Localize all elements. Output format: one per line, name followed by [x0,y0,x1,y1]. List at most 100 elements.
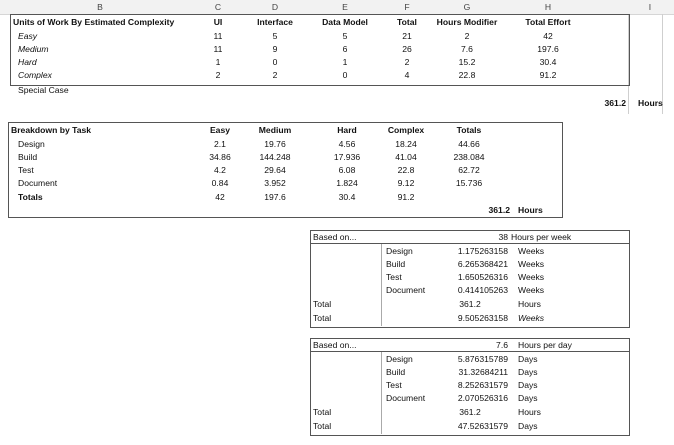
breakdown-title: Breakdown by Task [11,125,92,135]
complexity-row-label: Hard [18,57,37,67]
weekly-hours-value[interactable]: 38 [470,232,508,243]
column-header-f[interactable]: F [387,1,427,13]
complexity-cell: 2 [464,31,470,41]
weekly-row-unit: Weeks [518,272,545,282]
breakdown-totals-cell: 42 [215,192,225,202]
column-header-i[interactable]: I [640,1,660,13]
breakdown-cell: 15.736 [455,178,483,188]
complexity-cell: 1 [342,57,348,67]
complexity-cell: 2 [404,57,410,67]
breakdown-header-easy: Easy [209,125,231,135]
column-header-e[interactable]: E [320,1,370,13]
weekly-total-weeks-label: Total [313,313,332,323]
complexity-cell: 7.6 [461,44,473,54]
breakdown-row-label: Design [18,139,45,149]
weekly-total-hours-value: 361.2 [459,299,481,309]
complexity-header-total: Total [397,17,417,27]
breakdown-cell: 29.64 [264,165,286,175]
breakdown-cell: 3.952 [264,178,286,188]
daily-header-divider [310,351,629,352]
daily-row-value: 5.876315789 [457,354,508,364]
complexity-cell: 30.4 [539,57,557,67]
weekly-header-divider [310,243,629,244]
complexity-header-interface: Interface [257,17,293,27]
weekly-row-unit: Weeks [518,259,545,269]
column-header-d[interactable]: D [250,1,300,13]
weekly-row-label: Document [386,285,426,295]
breakdown-cell: 4.56 [338,139,356,149]
complexity-cell: 15.2 [458,57,476,67]
complexity-cell: 2 [215,70,221,80]
daily-hours-unit: Hours per day [518,340,572,350]
breakdown-cell: 34.86 [209,152,231,162]
breakdown-cell: 41.04 [395,152,417,162]
weekly-row-label: Design [386,246,413,256]
weekly-hours-unit: Hours per week [511,232,572,242]
complexity-row-label: Medium [18,44,49,54]
complexity-cell: 5 [342,31,348,41]
complexity-cell: 22.8 [458,70,476,80]
breakdown-row-label: Test [18,165,34,175]
complexity-cell: 9 [272,44,278,54]
daily-hours-value[interactable]: 7.6 [470,340,508,351]
breakdown-cell: 4.2 [214,165,226,175]
column-header-c[interactable]: C [198,1,238,13]
breakdown-cell: 19.76 [264,139,286,149]
weekly-total-weeks-value: 9.505263158 [457,313,508,323]
weekly-row-value: 0.414105263 [457,285,508,295]
complexity-cell: 2 [272,70,278,80]
breakdown-cell: 144.248 [259,152,291,162]
weekly-row-value: 1.175263158 [457,246,508,256]
column-header-h[interactable]: H [518,1,578,13]
daily-total-hours-value: 361.2 [459,407,481,417]
weekly-row-value: 6.265368421 [457,259,508,269]
weekly-total-weeks-unit: Weeks [518,313,545,323]
breakdown-total-unit: Hours [518,205,543,215]
complexity-cell: 0 [342,70,348,80]
breakdown-cell: 62.72 [458,165,480,175]
complexity-cell: 0 [272,57,278,67]
breakdown-cell: 17.936 [333,152,361,162]
daily-total-days-unit: Days [518,421,538,431]
breakdown-cell: 18.24 [395,139,417,149]
daily-row-unit: Days [518,380,538,390]
breakdown-cell: 1.824 [336,178,358,188]
breakdown-cell: 22.8 [397,165,415,175]
complexity-title: Units of Work By Estimated Complexity [13,17,175,27]
weekly-total-hours-unit: Hours [518,299,541,309]
complexity-header-total-effort: Total Effort [525,17,571,27]
complexity-row-label: Easy [18,31,38,41]
complexity-header-hours-modifier: Hours Modifier [436,17,498,27]
breakdown-totals-cell: 91.2 [397,192,415,202]
complexity-cell: 6 [342,44,348,54]
column-header-b[interactable]: B [10,1,190,13]
daily-row-value: 8.252631579 [457,380,508,390]
complexity-header-data-model: Data Model [322,17,368,27]
daily-row-label: Design [386,354,413,364]
daily-row-unit: Days [518,354,538,364]
daily-total-days-value: 47.52631579 [457,421,508,431]
complexity-cell: 5 [272,31,278,41]
complexity-cell: 91.2 [539,70,557,80]
daily-row-value: 2.070526316 [457,393,508,403]
breakdown-row-label: Document [18,178,58,188]
column-header-g[interactable]: G [436,1,498,13]
complexity-cell: 21 [402,31,412,41]
weekly-row-value: 1.650526316 [457,272,508,282]
daily-divider [381,352,382,434]
daily-total-days-label: Total [313,421,332,431]
daily-based-on: Based on... [313,340,357,350]
weekly-divider [381,244,382,326]
breakdown-header-complex: Complex [387,125,425,135]
daily-total-hours-label: Total [313,407,332,417]
breakdown-total-value: 361.2 [488,205,510,215]
weekly-total-hours-label: Total [313,299,332,309]
breakdown-cell: 0.84 [211,178,229,188]
breakdown-header-medium: Medium [258,125,292,135]
complexity-cell: 11 [213,44,223,54]
breakdown-header-hard: Hard [337,125,357,135]
complexity-cell: 197.6 [537,44,559,54]
complexity-header-ui: UI [213,17,223,27]
breakdown-cell: 2.1 [214,139,226,149]
daily-total-hours-unit: Hours [518,407,541,417]
